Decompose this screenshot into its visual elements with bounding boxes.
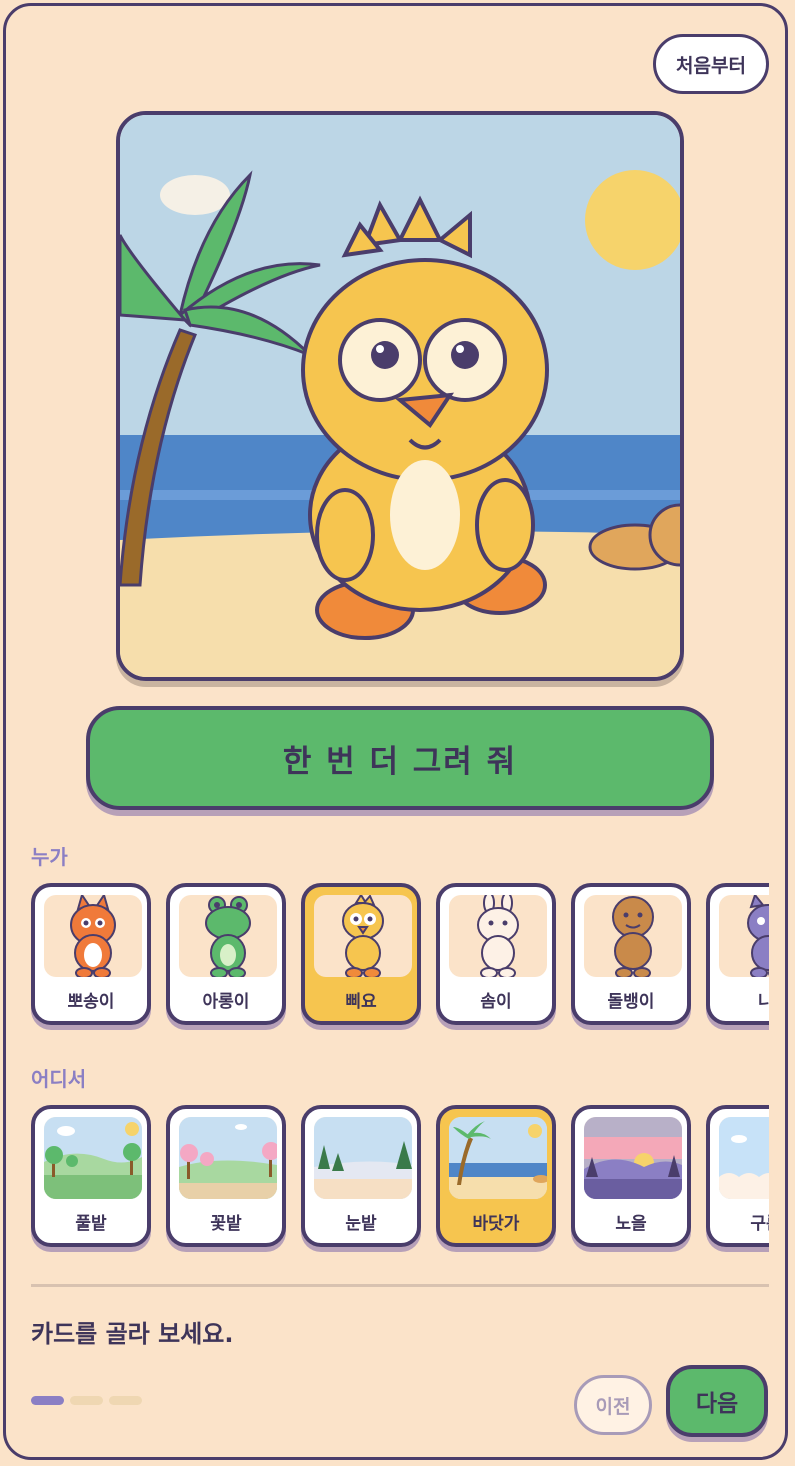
where-card-3[interactable]: 바닷가 [436, 1105, 556, 1247]
who-card-0[interactable]: 뽀송이 [31, 883, 151, 1025]
who-card-4[interactable]: 돌뱅이 [571, 883, 691, 1025]
beach-icon [449, 1117, 547, 1199]
sunset-icon [584, 1117, 682, 1199]
where-card-1[interactable]: 꽃밭 [166, 1105, 286, 1247]
who-card-label: 솜이 [480, 992, 512, 1012]
flower-field-icon [179, 1117, 277, 1199]
beach-chick-illustration [120, 115, 680, 677]
who-card-label: 뽀송이 [67, 992, 115, 1012]
prev-button[interactable]: 이전 [574, 1375, 652, 1435]
meadow-icon [44, 1117, 142, 1199]
who-card-3[interactable]: 솜이 [436, 883, 556, 1025]
divider [31, 1284, 769, 1287]
who-card-label: 나 [710, 987, 769, 1012]
who-card-label: 삐요 [345, 992, 377, 1012]
where-card-label: 구름 [750, 1214, 769, 1234]
cat-icon [719, 895, 769, 977]
frog-icon [179, 895, 277, 977]
snow-field-icon [314, 1117, 412, 1199]
app-frame: 처음부터 한 번 더 그려 줘 누가 뽀송이 아롱이 삐요 솜이 돌뱅이 어디서… [3, 3, 788, 1460]
where-card-label: 풀밭 [75, 1214, 107, 1234]
story-scene [116, 111, 684, 681]
who-section-label: 누가 [31, 845, 68, 869]
where-card-5[interactable]: 구름 [706, 1105, 769, 1247]
where-card-label: 노을 [615, 1214, 647, 1234]
where-section-label: 어디서 [31, 1067, 87, 1091]
where-card-4[interactable]: 노을 [571, 1105, 691, 1247]
where-card-label: 눈밭 [345, 1214, 377, 1234]
progress-dot-2 [70, 1396, 103, 1405]
where-card-2[interactable]: 눈밭 [301, 1105, 421, 1247]
who-card-row[interactable]: 뽀송이 아롱이 삐요 솜이 돌뱅이 [31, 883, 769, 1033]
where-card-label: 꽃밭 [210, 1214, 242, 1234]
where-card-0[interactable]: 풀밭 [31, 1105, 151, 1247]
next-button[interactable]: 다음 [666, 1365, 768, 1437]
redraw-button[interactable]: 한 번 더 그려 줘 [86, 706, 714, 810]
bunny-icon [449, 895, 547, 977]
who-card-label: 돌뱅이 [607, 992, 655, 1012]
who-card-label: 아롱이 [202, 992, 250, 1012]
restart-button[interactable]: 처음부터 [653, 34, 769, 94]
where-card-label: 바닷가 [472, 1214, 520, 1234]
cloud-icon [719, 1117, 769, 1199]
progress-dots [31, 1396, 142, 1405]
instruction-text: 카드를 골라 보세요. [31, 1320, 234, 1348]
progress-dot-1 [31, 1396, 64, 1405]
chick-icon [314, 895, 412, 977]
who-card-1[interactable]: 아롱이 [166, 883, 286, 1025]
who-card-5[interactable]: 나 [706, 883, 769, 1025]
where-card-row[interactable]: 풀밭 꽃밭 눈밭 바닷가 노을 구 [31, 1105, 769, 1255]
progress-dot-3 [109, 1396, 142, 1405]
fox-icon [44, 895, 142, 977]
gingerbread-icon [584, 895, 682, 977]
who-card-2[interactable]: 삐요 [301, 883, 421, 1025]
